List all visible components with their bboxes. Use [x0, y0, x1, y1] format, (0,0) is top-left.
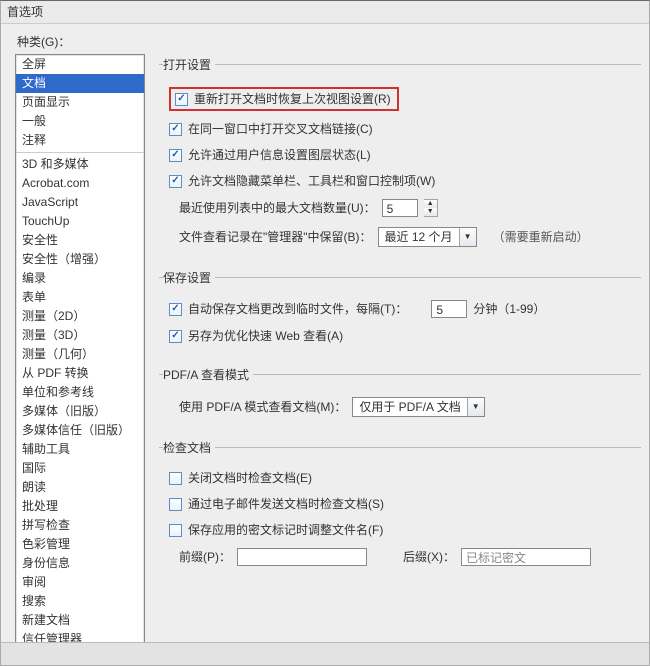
category-item[interactable]: 审阅 — [16, 573, 144, 592]
category-item[interactable]: 搜索 — [16, 592, 144, 611]
restore-last-view-row: 重新打开文档时恢复上次视图设置(R) — [169, 87, 637, 111]
layout: 全屏文档页面显示一般注释 3D 和多媒体Acrobat.comJavaScript… — [15, 54, 641, 646]
category-item[interactable]: 3D 和多媒体 — [16, 155, 144, 174]
restore-last-view-label: 重新打开文档时恢复上次视图设置(R) — [194, 91, 391, 107]
autosave-input[interactable]: 5 — [431, 300, 467, 318]
category-item[interactable]: Acrobat.com — [16, 174, 144, 193]
history-combo-text: 最近 12 个月 — [379, 229, 459, 245]
open-settings-group: 打开设置 重新打开文档时恢复上次视图设置(R) 在同一窗口中打开交叉文档链接(C… — [159, 56, 641, 257]
layer-state-checkbox[interactable] — [169, 149, 182, 162]
preferences-window: 首选项 种类(G)： 全屏文档页面显示一般注释 3D 和多媒体Acrobat.co… — [0, 0, 650, 666]
recent-docs-row: 最近使用列表中的最大文档数量(U)： 5 ▲ ▼ — [179, 199, 637, 217]
suffix-input[interactable]: 已标记密文 — [461, 548, 591, 566]
category-item[interactable]: 身份信息 — [16, 554, 144, 573]
history-hint: （需要重新启动） — [493, 229, 589, 245]
autosave-unit: 分钟（1-99） — [473, 301, 545, 317]
category-item[interactable]: 一般 — [16, 112, 144, 131]
cross-doc-row: 在同一窗口中打开交叉文档链接(C) — [169, 121, 637, 137]
category-item[interactable]: 页面显示 — [16, 93, 144, 112]
category-item[interactable]: 文档 — [16, 74, 144, 93]
save-web-row: 另存为优化快速 Web 查看(A) — [169, 328, 637, 344]
category-item[interactable]: 测量（几何） — [16, 345, 144, 364]
category-item[interactable]: JavaScript — [16, 193, 144, 212]
category-item[interactable]: 单位和参考线 — [16, 383, 144, 402]
category-item[interactable]: 从 PDF 转换 — [16, 364, 144, 383]
category-item[interactable]: 多媒体（旧版） — [16, 402, 144, 421]
category-item[interactable]: 全屏 — [16, 55, 144, 74]
pdfa-legend: PDF/A 查看模式 — [163, 366, 253, 383]
window-title: 首选项 — [1, 1, 649, 24]
category-item[interactable]: 拼写检查 — [16, 516, 144, 535]
examine-on-email-row: 通过电子邮件发送文档时检查文档(S) — [169, 496, 637, 512]
category-item[interactable]: 色彩管理 — [16, 535, 144, 554]
prefix-suffix-row: 前缀(P)： 后缀(X)： 已标记密文 — [179, 548, 637, 566]
category-item[interactable]: TouchUp — [16, 212, 144, 231]
open-settings-legend: 打开设置 — [163, 56, 215, 73]
layer-state-label: 允许通过用户信息设置图层状态(L) — [188, 147, 371, 163]
pdfa-mode-combo-text: 仅用于 PDF/A 文档 — [353, 399, 466, 415]
examine-on-close-label: 关闭文档时检查文档(E) — [188, 470, 312, 486]
recent-docs-stepper[interactable]: ▲ ▼ — [424, 199, 438, 217]
category-item[interactable]: 批处理 — [16, 497, 144, 516]
save-web-checkbox[interactable] — [169, 330, 182, 343]
recent-docs-label: 最近使用列表中的最大文档数量(U)： — [179, 200, 376, 216]
save-web-label: 另存为优化快速 Web 查看(A) — [188, 328, 343, 344]
category-item[interactable]: 多媒体信任（旧版） — [16, 421, 144, 440]
examine-on-email-label: 通过电子邮件发送文档时检查文档(S) — [188, 496, 384, 512]
category-item[interactable]: 安全性 — [16, 231, 144, 250]
recent-docs-input[interactable]: 5 — [382, 199, 418, 217]
category-item[interactable]: 辅助工具 — [16, 440, 144, 459]
category-item[interactable]: 安全性（增强） — [16, 250, 144, 269]
examine-on-close-row: 关闭文档时检查文档(E) — [169, 470, 637, 486]
category-item[interactable]: 国际 — [16, 459, 144, 478]
hide-menubar-checkbox[interactable] — [169, 175, 182, 188]
statusbar — [1, 642, 649, 665]
category-item[interactable]: 编录 — [16, 269, 144, 288]
chevron-down-icon[interactable]: ▼ — [459, 228, 476, 246]
history-combo[interactable]: 最近 12 个月 ▼ — [378, 227, 477, 247]
cross-doc-checkbox[interactable] — [169, 123, 182, 136]
pdfa-group: PDF/A 查看模式 使用 PDF/A 模式查看文档(M)： 仅用于 PDF/A… — [159, 366, 641, 427]
examine-on-save-label: 保存应用的密文标记时调整文件名(F) — [188, 522, 383, 538]
hide-menubar-row: 允许文档隐藏菜单栏、工具栏和窗口控制项(W) — [169, 173, 637, 189]
category-item[interactable]: 测量（3D） — [16, 326, 144, 345]
suffix-label: 后缀(X)： — [403, 549, 455, 565]
save-settings-group: 保存设置 自动保存文档更改到临时文件，每隔(T)： 5 分钟（1-99） 另存为… — [159, 269, 641, 354]
pdfa-mode-label: 使用 PDF/A 模式查看文档(M)： — [179, 399, 346, 415]
category-item[interactable]: 表单 — [16, 288, 144, 307]
autosave-row: 自动保存文档更改到临时文件，每隔(T)： 5 分钟（1-99） — [169, 300, 637, 318]
restore-last-view-checkbox[interactable] — [175, 93, 188, 106]
examine-on-save-row: 保存应用的密文标记时调整文件名(F) — [169, 522, 637, 538]
stepper-down-icon[interactable]: ▼ — [424, 208, 437, 216]
examine-on-email-checkbox[interactable] — [169, 498, 182, 511]
hide-menubar-label: 允许文档隐藏菜单栏、工具栏和窗口控制项(W) — [188, 173, 435, 189]
pdfa-mode-row: 使用 PDF/A 模式查看文档(M)： 仅用于 PDF/A 文档 ▼ — [179, 397, 637, 417]
category-item[interactable]: 注释 — [16, 131, 144, 150]
cross-doc-label: 在同一窗口中打开交叉文档链接(C) — [188, 121, 373, 137]
chevron-down-icon[interactable]: ▼ — [467, 398, 484, 416]
categories-listbox[interactable]: 全屏文档页面显示一般注释 3D 和多媒体Acrobat.comJavaScript… — [15, 54, 145, 648]
examine-group: 检查文档 关闭文档时检查文档(E) 通过电子邮件发送文档时检查文档(S) 保存应… — [159, 439, 641, 576]
prefix-label: 前缀(P)： — [179, 549, 231, 565]
stepper-up-icon[interactable]: ▲ — [424, 200, 437, 208]
autosave-label: 自动保存文档更改到临时文件，每隔(T)： — [188, 301, 407, 317]
category-item[interactable]: 朗读 — [16, 478, 144, 497]
settings-panel: 打开设置 重新打开文档时恢复上次视图设置(R) 在同一窗口中打开交叉文档链接(C… — [159, 54, 641, 646]
category-item[interactable]: 新建文档 — [16, 611, 144, 630]
content-area: 种类(G)： 全屏文档页面显示一般注释 3D 和多媒体Acrobat.comJav… — [1, 23, 649, 643]
history-row: 文件查看记录在"管理器"中保留(B)： 最近 12 个月 ▼ （需要重新启动） — [179, 227, 637, 247]
examine-legend: 检查文档 — [163, 439, 215, 456]
layer-state-row: 允许通过用户信息设置图层状态(L) — [169, 147, 637, 163]
pdfa-mode-combo[interactable]: 仅用于 PDF/A 文档 ▼ — [352, 397, 484, 417]
category-item[interactable]: 测量（2D） — [16, 307, 144, 326]
restore-last-view-highlight: 重新打开文档时恢复上次视图设置(R) — [169, 87, 399, 111]
prefix-input[interactable] — [237, 548, 367, 566]
save-settings-legend: 保存设置 — [163, 269, 215, 286]
examine-on-save-checkbox[interactable] — [169, 524, 182, 537]
categories-label: 种类(G)： — [17, 33, 641, 50]
examine-on-close-checkbox[interactable] — [169, 472, 182, 485]
history-label: 文件查看记录在"管理器"中保留(B)： — [179, 229, 372, 245]
autosave-checkbox[interactable] — [169, 303, 182, 316]
list-separator — [16, 152, 144, 153]
